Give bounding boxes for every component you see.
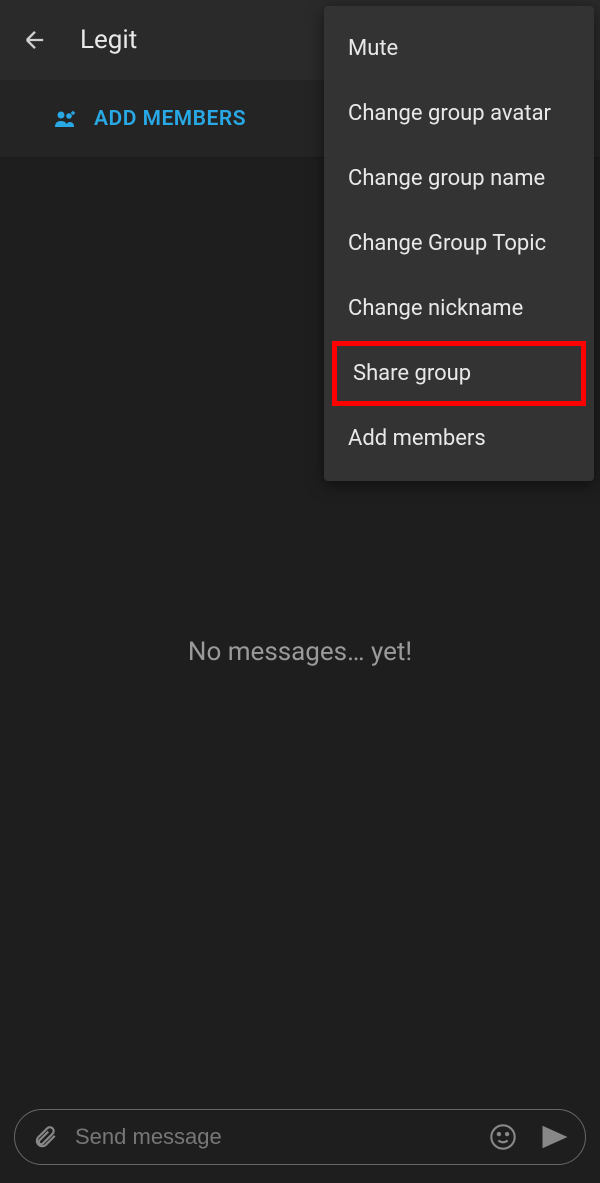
attachment-icon[interactable] [29,1121,61,1153]
dropdown-menu: Mute Change group avatar Change group na… [324,6,594,481]
menu-item-change-nickname[interactable]: Change nickname [324,276,594,341]
add-members-icon [55,109,79,129]
empty-state-message: No messages… yet! [188,637,412,667]
back-arrow-icon[interactable] [20,25,50,55]
page-title: Legit [80,25,137,55]
send-icon[interactable] [539,1121,571,1153]
menu-item-add-members[interactable]: Add members [324,406,594,471]
menu-item-change-name[interactable]: Change group name [324,146,594,211]
add-members-label: ADD MEMBERS [94,107,246,131]
message-input-bar [14,1109,586,1165]
menu-item-change-avatar[interactable]: Change group avatar [324,81,594,146]
menu-item-mute[interactable]: Mute [324,16,594,81]
message-input[interactable] [75,1124,473,1150]
menu-item-share-group[interactable]: Share group [332,341,586,406]
emoji-icon[interactable] [487,1121,519,1153]
menu-item-change-topic[interactable]: Change Group Topic [324,211,594,276]
